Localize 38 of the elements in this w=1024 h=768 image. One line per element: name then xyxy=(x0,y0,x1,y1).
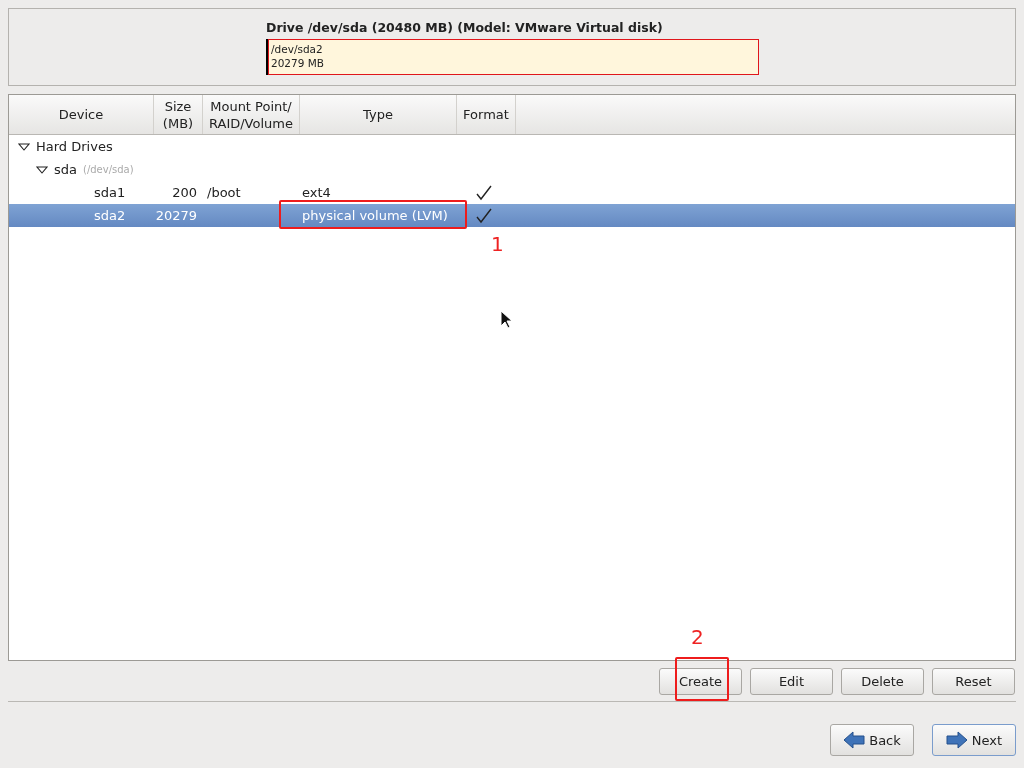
action-button[interactable]: Reset xyxy=(932,668,1015,695)
mouse-pointer-icon xyxy=(500,310,512,329)
size-cell: 200 xyxy=(172,185,197,200)
action-button[interactable]: Delete xyxy=(841,668,924,695)
tree-row[interactable]: sda (/dev/sda) xyxy=(9,158,1015,181)
partition-size: 20279 MB xyxy=(271,56,325,70)
annotation-number: 1 xyxy=(491,234,504,254)
partition-name: /dev/sda2 xyxy=(271,42,324,56)
action-button[interactable]: Edit xyxy=(750,668,833,695)
arrow-icon xyxy=(843,731,866,749)
column-header[interactable]: Size (MB) xyxy=(154,95,203,134)
table-row[interactable]: sda1 200 /boot ext4 xyxy=(9,181,1015,204)
expander-icon[interactable] xyxy=(36,163,48,176)
device-name: sda2 xyxy=(94,208,126,223)
expander-icon[interactable] xyxy=(18,140,30,153)
device-name: Hard Drives xyxy=(36,139,113,154)
partition-block[interactable]: /dev/sda2 20279 MB xyxy=(268,39,759,75)
column-header[interactable]: Device xyxy=(9,95,154,134)
action-button[interactable]: Create xyxy=(659,668,742,695)
drive-title: Drive /dev/sda (20480 MB) (Model: VMware Virtual disk) xyxy=(266,20,664,35)
type-cell: physical volume (LVM) xyxy=(302,208,448,223)
device-path: (/dev/sda) xyxy=(83,164,134,175)
mount-cell: /boot xyxy=(207,185,241,200)
column-header[interactable]: Mount Point/ RAID/Volume xyxy=(203,95,300,134)
checkmark-icon[interactable] xyxy=(475,184,492,201)
tree-row[interactable]: Hard Drives xyxy=(9,135,1015,158)
size-cell: 20279 xyxy=(155,208,197,223)
column-header[interactable]: Type xyxy=(300,95,457,134)
device-name: sda1 xyxy=(94,185,126,200)
annotation-box xyxy=(675,657,729,701)
nav-button[interactable]: Next xyxy=(932,724,1016,756)
arrow-icon xyxy=(945,731,968,749)
annotation-number: 2 xyxy=(691,627,704,647)
checkmark-icon[interactable] xyxy=(475,207,492,224)
device-name: sda xyxy=(54,162,77,177)
nav-button[interactable]: Back xyxy=(830,724,914,756)
type-cell: ext4 xyxy=(302,185,331,200)
column-header[interactable]: Format xyxy=(457,95,516,134)
